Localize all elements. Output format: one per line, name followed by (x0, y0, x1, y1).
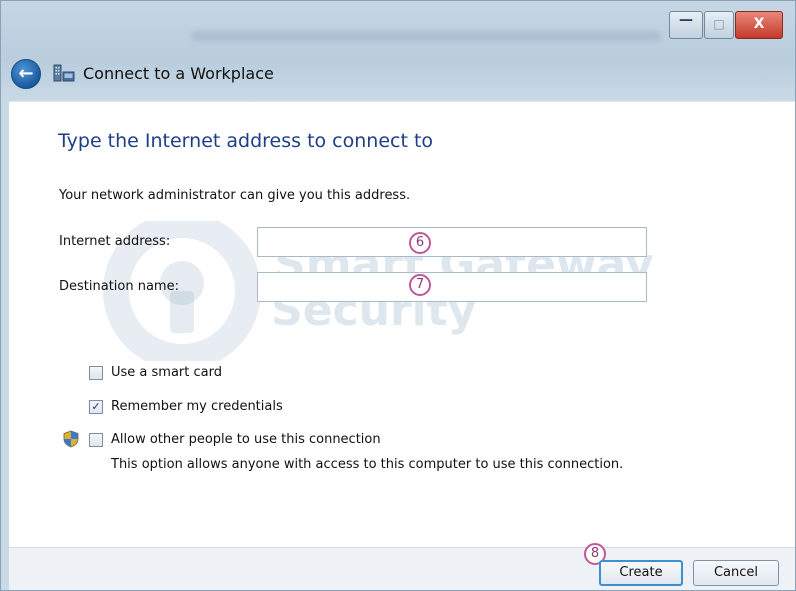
minimize-button[interactable]: — (669, 11, 703, 39)
smart-card-label: Use a smart card (111, 365, 222, 380)
blurred-background-text (191, 31, 661, 41)
step-marker-6: 6 (409, 232, 431, 254)
back-arrow-icon[interactable]: ← (11, 59, 41, 89)
minimize-icon: — (679, 12, 693, 28)
checkmark-icon: ✓ (91, 400, 101, 413)
create-button[interactable]: Create (599, 560, 683, 586)
window-title: Connect to a Workplace (83, 64, 274, 83)
network-workplace-icon (53, 64, 75, 82)
destination-name-label: Destination name: (59, 279, 179, 294)
allow-others-checkbox[interactable] (89, 433, 103, 447)
remember-credentials-label: Remember my credentials (111, 399, 283, 414)
cancel-button[interactable]: Cancel (693, 560, 779, 586)
page-description: Your network administrator can give you … (59, 188, 411, 203)
close-icon: X (753, 16, 765, 32)
internet-address-field[interactable] (257, 227, 647, 257)
dialog-content (9, 101, 795, 548)
step-marker-7: 7 (409, 274, 431, 296)
remember-credentials-checkbox[interactable]: ✓ (89, 400, 103, 414)
page-heading: Type the Internet address to connect to (58, 130, 434, 152)
allow-others-description: This option allows anyone with access to… (111, 457, 624, 472)
destination-name-input[interactable] (258, 273, 646, 301)
internet-address-label: Internet address: (59, 234, 171, 249)
maximize-button[interactable]: □ (704, 11, 734, 39)
uac-shield-icon (63, 430, 79, 448)
internet-address-input[interactable] (258, 228, 646, 256)
smart-card-checkbox[interactable] (89, 366, 103, 380)
allow-others-label: Allow other people to use this connectio… (111, 432, 381, 447)
title-bar: — □ X (1, 1, 795, 45)
destination-name-field[interactable] (257, 272, 647, 302)
maximize-icon: □ (713, 17, 725, 31)
connect-to-workplace-window: — □ X ← Connect to a Workplace Smart Gat… (0, 0, 796, 591)
close-button[interactable]: X (735, 11, 783, 39)
